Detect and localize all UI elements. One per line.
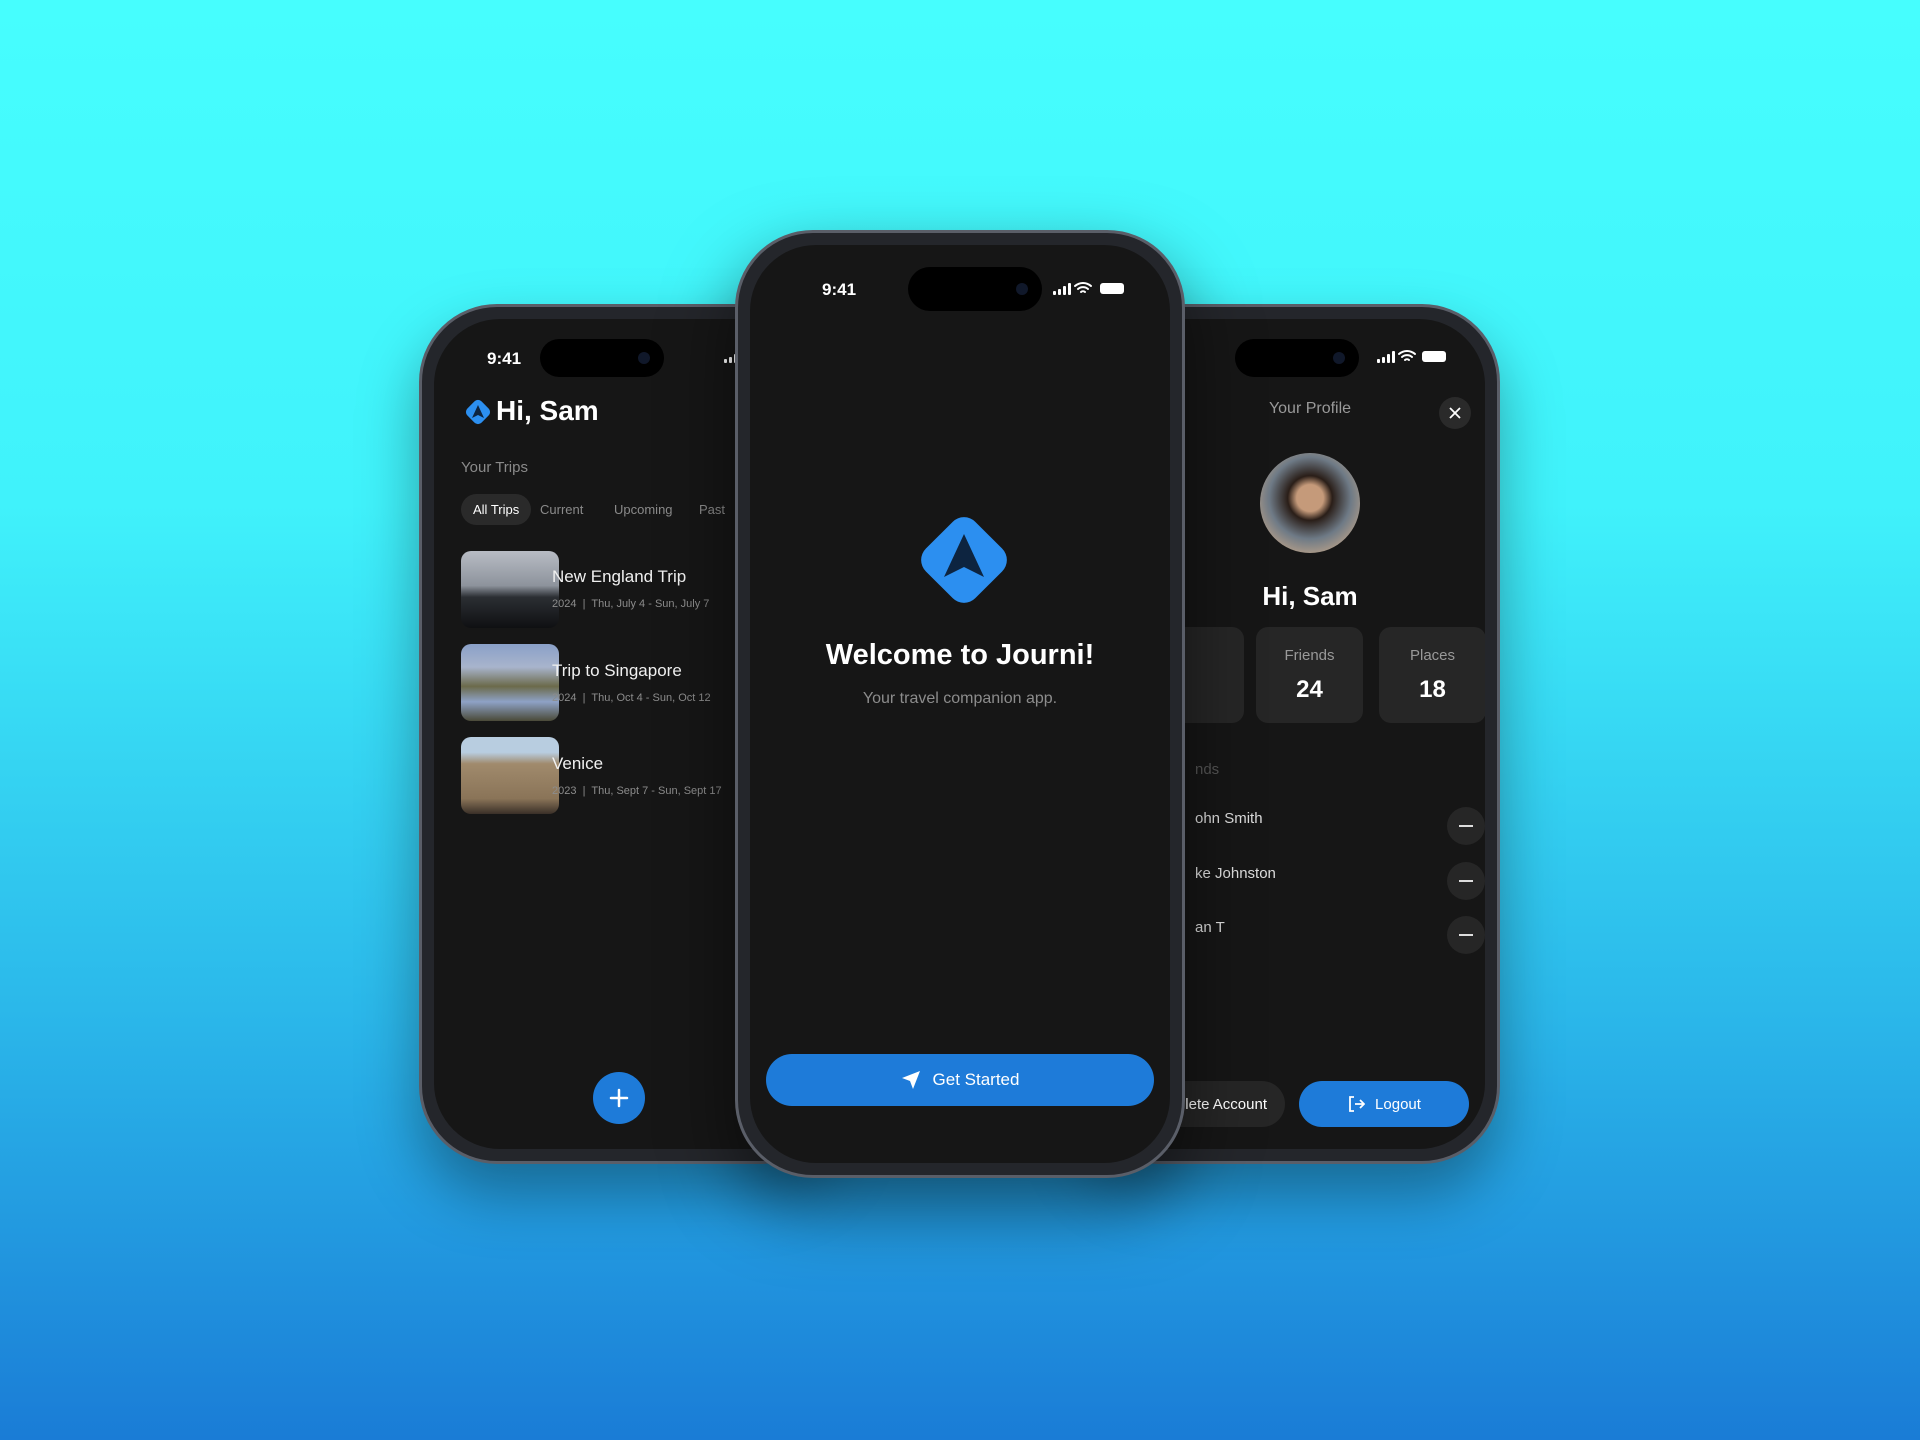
friend-name: ohn Smith: [1195, 810, 1263, 827]
dynamic-island: [540, 339, 664, 377]
add-trip-button[interactable]: [593, 1072, 645, 1124]
dynamic-island: [1235, 339, 1359, 377]
friend-name: ke Johnston: [1195, 865, 1276, 882]
trip-title: Trip to Singapore: [552, 661, 682, 680]
plus-icon: [609, 1088, 629, 1108]
tab-current[interactable]: Current: [540, 502, 583, 517]
minus-icon: [1459, 825, 1473, 827]
status-time: 9:41: [487, 349, 522, 368]
minus-icon: [1459, 934, 1473, 936]
tab-past[interactable]: Past: [699, 502, 725, 517]
stat-card-friends: Friends 24: [1256, 627, 1363, 723]
get-started-button[interactable]: Get Started: [766, 1054, 1154, 1106]
battery-icon: [1422, 351, 1446, 362]
trip-dates: 2024 | Thu, July 4 - Sun, July 7: [552, 598, 710, 610]
battery-icon: [1100, 283, 1124, 294]
center-phone: 9:41 Welcome to Journi! Your travel comp…: [735, 230, 1185, 1178]
friends-heading: nds: [1195, 761, 1220, 778]
welcome-title: Welcome to Journi!: [825, 639, 1095, 671]
navigation-arrow-icon: [901, 1071, 920, 1089]
tab-upcoming[interactable]: Upcoming: [614, 502, 673, 517]
trip-title: Venice: [552, 754, 604, 773]
journi-logo-icon: [921, 517, 1007, 603]
signal-icon: [1377, 351, 1395, 363]
stat-card-places: Places 18: [1379, 627, 1485, 723]
remove-friend-button[interactable]: [1447, 807, 1485, 845]
profile-header: Your Profile: [1268, 400, 1352, 417]
welcome-subtitle: Your travel companion app.: [862, 690, 1058, 707]
trip-thumbnail: [461, 737, 559, 814]
minus-icon: [1459, 880, 1473, 882]
trip-title: New England Trip: [552, 567, 687, 586]
avatar: [1260, 453, 1360, 553]
greeting: Hi, Sam: [496, 395, 599, 426]
section-label: Your Trips: [461, 459, 528, 476]
close-button[interactable]: [1439, 397, 1471, 429]
wifi-icon: [1398, 350, 1416, 361]
trip-dates: 2024 | Thu, Oct 4 - Sun, Oct 12: [552, 692, 711, 704]
dynamic-island: [908, 267, 1042, 311]
signal-icon: [1053, 283, 1071, 295]
tab-all-trips[interactable]: All Trips: [461, 494, 532, 525]
status-time: 9:41: [822, 280, 857, 299]
trip-thumbnail: [461, 644, 559, 721]
wifi-icon: [1074, 282, 1092, 293]
trip-thumbnail: [461, 551, 559, 628]
friend-name: an T: [1195, 919, 1225, 936]
close-icon: [1449, 407, 1461, 419]
logout-icon: [1349, 1096, 1366, 1112]
profile-greeting: Hi, Sam: [1262, 581, 1358, 611]
journi-logo-icon: [465, 399, 491, 425]
logout-button[interactable]: Logout: [1299, 1081, 1469, 1127]
trip-dates: 2023 | Thu, Sept 7 - Sun, Sept 17: [552, 785, 722, 797]
remove-friend-button[interactable]: [1447, 916, 1485, 954]
remove-friend-button[interactable]: [1447, 862, 1485, 900]
welcome-screen: 9:41 Welcome to Journi! Your travel comp…: [750, 245, 1170, 1163]
